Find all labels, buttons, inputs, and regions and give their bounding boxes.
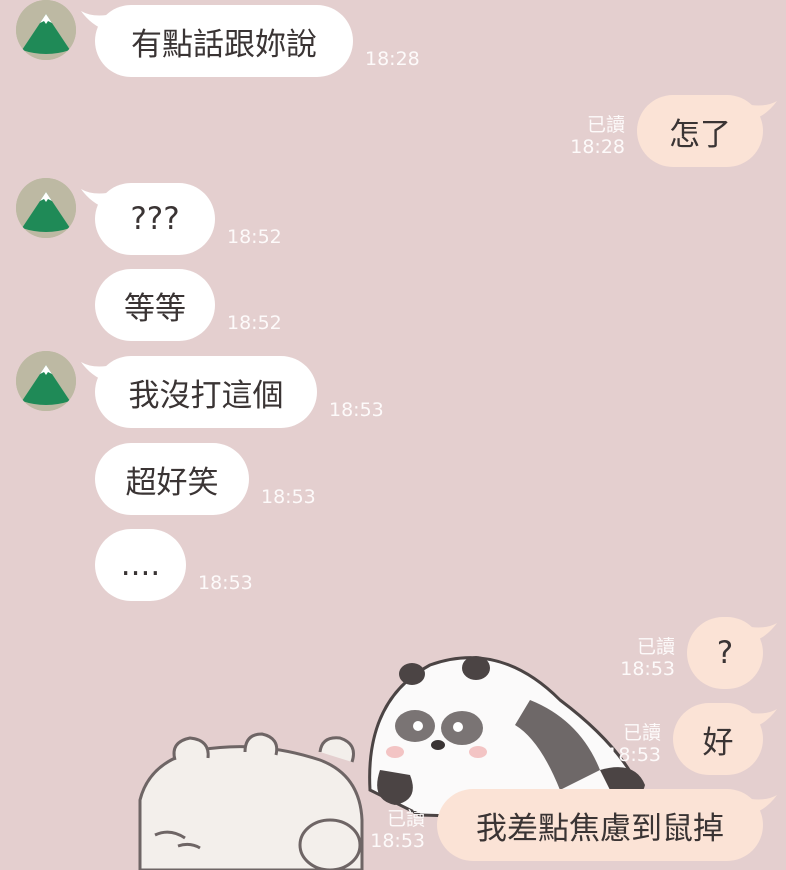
outgoing-message-bubble[interactable]: ? [687, 617, 763, 689]
incoming-message-bubble[interactable]: 超好笑 [95, 443, 249, 515]
message-timestamp: 18:28 [365, 48, 420, 70]
incoming-message-bubble[interactable]: ??? [95, 183, 215, 255]
message-timestamp: 18:53 [620, 658, 675, 680]
message-timestamp: 18:53 [261, 486, 316, 508]
incoming-message-bubble[interactable]: 有點話跟妳說 [95, 5, 353, 77]
message-timestamp: 18:53 [606, 744, 661, 766]
read-receipt-label: 已讀 [586, 114, 625, 136]
outgoing-message-bubble[interactable]: 好 [673, 703, 763, 775]
read-receipt-label: 已讀 [386, 808, 425, 830]
read-receipt-label: 已讀 [622, 722, 661, 744]
message-timestamp: 18:28 [570, 136, 625, 158]
outgoing-message-bubble[interactable]: 我差點焦慮到鼠掉 [437, 789, 763, 861]
incoming-message-bubble[interactable]: 等等 [95, 269, 215, 341]
message-timestamp: 18:53 [370, 830, 425, 852]
incoming-message-bubble[interactable]: .... [95, 529, 186, 601]
contact-avatar-mountain-icon[interactable] [16, 178, 76, 238]
contact-avatar-mountain-icon[interactable] [16, 351, 76, 411]
incoming-message-bubble[interactable]: 我沒打這個 [95, 356, 317, 428]
message-timestamp: 18:53 [329, 399, 384, 421]
message-timestamp: 18:53 [198, 572, 253, 594]
message-timestamp: 18:52 [227, 312, 282, 334]
message-timestamp: 18:52 [227, 226, 282, 248]
outgoing-message-bubble[interactable]: 怎了 [637, 95, 763, 167]
read-receipt-label: 已讀 [636, 636, 675, 658]
contact-avatar-mountain-icon[interactable] [16, 0, 76, 60]
